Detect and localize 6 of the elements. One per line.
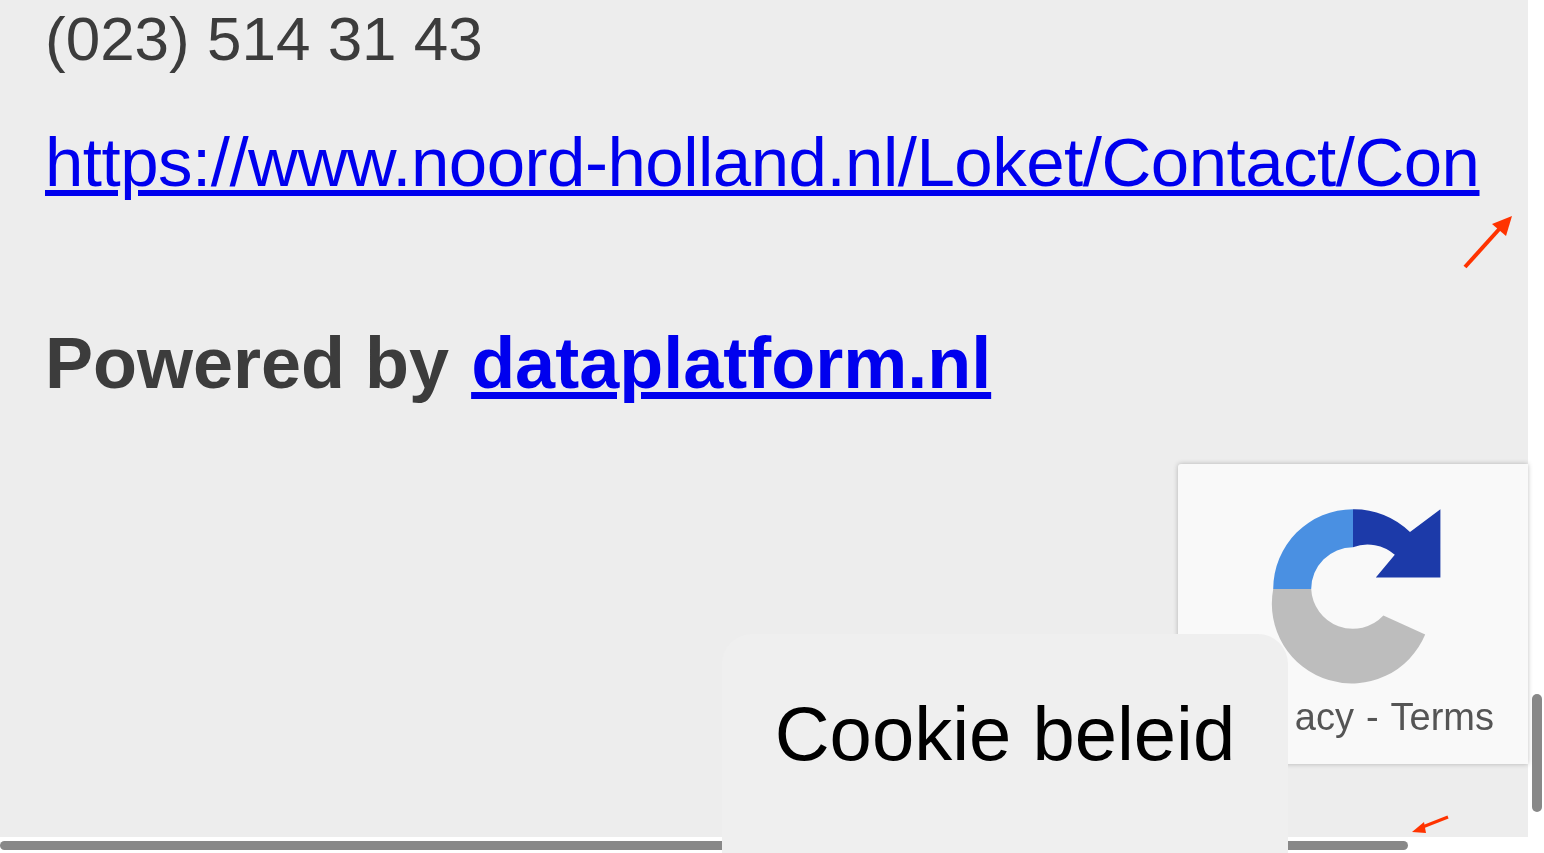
- annotation-arrow-icon: [1462, 214, 1514, 270]
- annotation-arrow-icon: [1410, 814, 1450, 834]
- cookie-policy-button[interactable]: Cookie beleid: [722, 634, 1288, 853]
- recaptcha-link[interactable]: acy: [1294, 696, 1354, 739]
- link-dash: -: [1365, 696, 1379, 739]
- recaptcha-link[interactable]: Terms: [1390, 696, 1494, 739]
